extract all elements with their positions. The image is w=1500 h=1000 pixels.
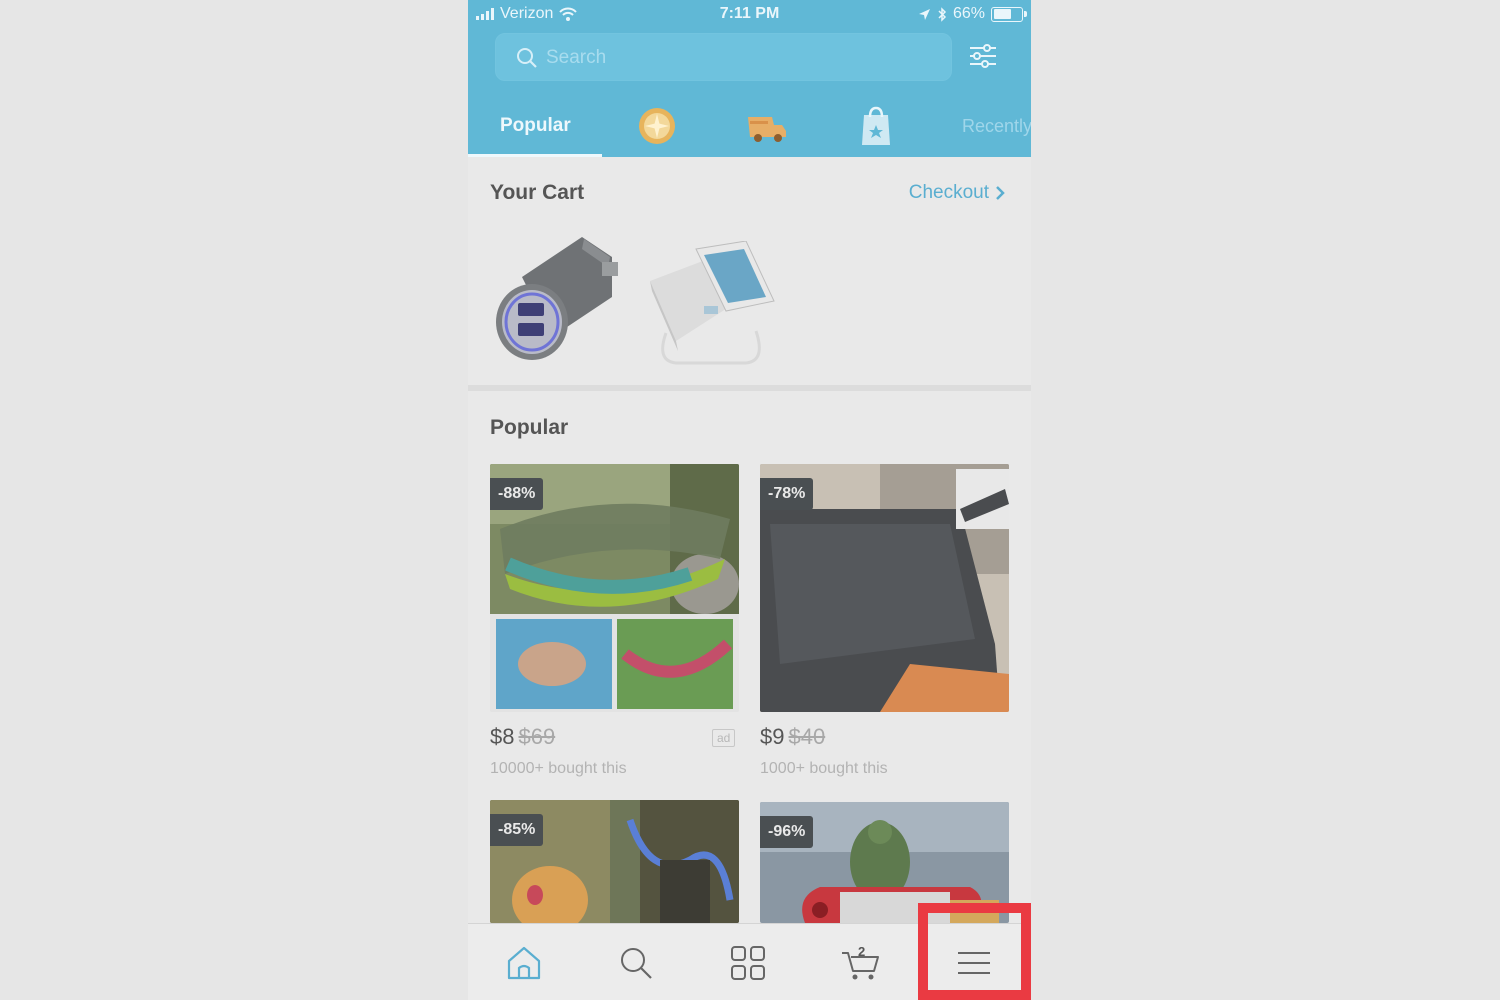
app-header: Verizon 7:11 PM 66% Search Popular Recen… bbox=[468, 0, 1031, 157]
original-price: $40 bbox=[788, 724, 826, 749]
cart-count-badge: 2 bbox=[858, 944, 866, 959]
chevron-right-icon bbox=[996, 186, 1005, 200]
status-bar: Verizon 7:11 PM 66% bbox=[468, 0, 1031, 30]
popular-section: Popular -88% $8 $69 ad 10000+ bought thi… bbox=[468, 391, 1031, 923]
product-image-hammock[interactable]: -88% bbox=[490, 464, 739, 712]
battery-icon bbox=[991, 6, 1027, 22]
your-cart-section: Your Cart Checkout bbox=[468, 157, 1031, 385]
search-icon bbox=[621, 947, 652, 979]
price: $8 $69 bbox=[490, 724, 555, 750]
menu-highlight-box bbox=[918, 903, 1031, 1000]
product-image-dog-leash[interactable]: -85% bbox=[490, 800, 739, 923]
product-image-seat-cover[interactable]: -78% bbox=[760, 464, 1009, 712]
checkout-label: Checkout bbox=[908, 182, 989, 203]
nav-search[interactable] bbox=[580, 924, 692, 1000]
nav-home[interactable] bbox=[468, 924, 580, 1000]
shopping-bag-star-icon[interactable] bbox=[854, 105, 898, 147]
search-input[interactable]: Search bbox=[546, 47, 606, 69]
tab-recently[interactable]: Recently bbox=[962, 116, 1031, 137]
nav-categories[interactable] bbox=[692, 924, 804, 1000]
nav-cart[interactable]: 2 bbox=[804, 924, 916, 1000]
car-charger-image[interactable] bbox=[492, 227, 627, 365]
search-bar[interactable]: Search bbox=[495, 33, 952, 81]
delivery-truck-icon[interactable] bbox=[744, 105, 790, 147]
checkout-link[interactable]: Checkout bbox=[909, 182, 1005, 204]
original-price: $69 bbox=[518, 724, 556, 749]
current-price: $9 bbox=[760, 724, 785, 749]
phone-screen: Verizon 7:11 PM 66% Search Popular Recen… bbox=[468, 0, 1031, 1000]
bought-count: 10000+ bought this bbox=[490, 760, 627, 777]
cart-title: Your Cart bbox=[490, 181, 585, 204]
coin-icon[interactable] bbox=[635, 105, 679, 147]
discount-badge: -96% bbox=[760, 816, 814, 848]
grid-icon bbox=[731, 945, 765, 980]
product-card-seat-cover[interactable]: -78% $9 $40 1000+ bought this bbox=[760, 464, 1009, 784]
tab-popular[interactable]: Popular bbox=[500, 115, 571, 137]
discount-badge: -78% bbox=[760, 478, 814, 510]
ad-label: ad bbox=[712, 729, 736, 747]
discount-badge: -85% bbox=[490, 814, 544, 846]
popular-title: Popular bbox=[490, 416, 569, 439]
price: $9 $40 bbox=[760, 724, 825, 750]
discount-badge: -88% bbox=[490, 478, 544, 510]
product-card-dog-leash[interactable]: -85% bbox=[490, 800, 739, 923]
location-arrow-icon bbox=[918, 8, 930, 20]
bluetooth-icon bbox=[938, 6, 947, 22]
power-bank-image[interactable] bbox=[646, 241, 786, 366]
bought-count: 1000+ bought this bbox=[760, 760, 888, 777]
product-card-hammock[interactable]: -88% $8 $69 ad 10000+ bought this bbox=[490, 464, 739, 784]
category-tabs: Popular Recently bbox=[468, 95, 1031, 157]
filter-sliders-icon[interactable] bbox=[968, 43, 998, 71]
battery-percent: 66% bbox=[952, 5, 985, 22]
search-icon bbox=[517, 48, 537, 68]
home-icon bbox=[507, 946, 541, 979]
current-price: $8 bbox=[490, 724, 515, 749]
